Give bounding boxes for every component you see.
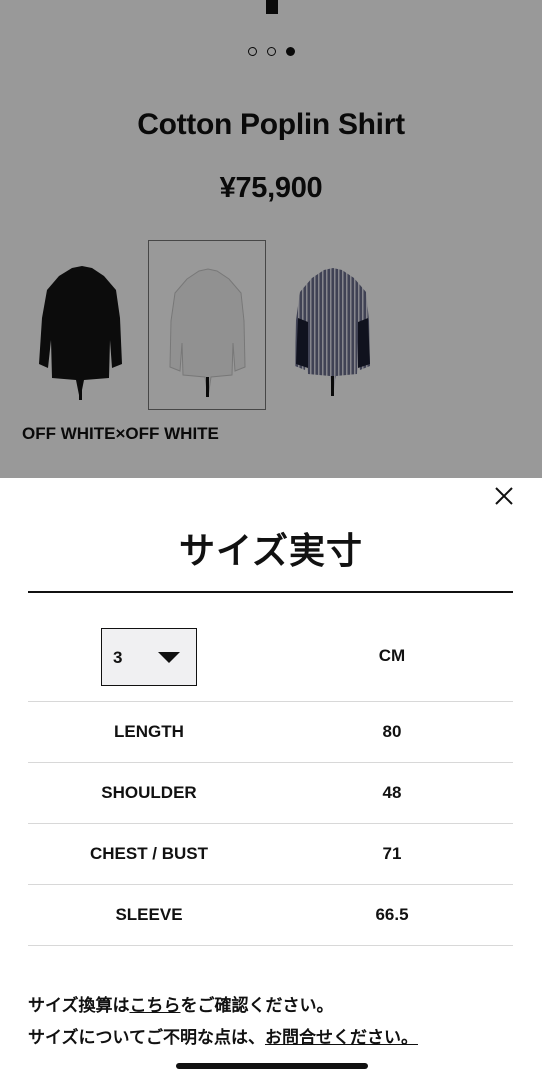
size-table: 3 CM LENGTH 80 SHOULDER 48 CHEST / BUST … bbox=[28, 608, 513, 946]
table-row: SHOULDER 48 bbox=[28, 763, 513, 824]
row-value: 48 bbox=[382, 783, 402, 802]
home-indicator[interactable] bbox=[176, 1063, 368, 1069]
row-label: SHOULDER bbox=[101, 783, 197, 802]
row-label: LENGTH bbox=[114, 722, 184, 741]
row-label: SLEEVE bbox=[115, 905, 183, 924]
note-size-conversion: サイズ換算はこちらをご確認ください。 bbox=[28, 996, 334, 1015]
sheet-title: サイズ実寸 bbox=[179, 530, 363, 571]
note-contact: サイズについてご不明な点は、お問合せください。 bbox=[28, 1028, 418, 1047]
row-value: 66.5 bbox=[375, 905, 409, 924]
size-notes: サイズ換算はこちらをご確認ください。 サイズについてご不明な点は、お問合せくださ… bbox=[28, 990, 418, 1054]
size-select[interactable]: 3 bbox=[101, 628, 197, 686]
row-value: 71 bbox=[382, 844, 402, 863]
size-chart-sheet: サイズ実寸 3 CM LENGTH 80 SHOULDER 48 CHEST /… bbox=[0, 478, 542, 1080]
contact-link[interactable]: お問合せください。 bbox=[265, 1028, 418, 1047]
table-row: SLEEVE 66.5 bbox=[28, 885, 513, 946]
size-conversion-link[interactable]: こちら bbox=[130, 996, 181, 1015]
row-value: 80 bbox=[382, 722, 402, 741]
chevron-down-icon bbox=[158, 652, 180, 663]
close-icon[interactable] bbox=[492, 484, 516, 508]
divider bbox=[28, 591, 513, 593]
row-label: CHEST / BUST bbox=[89, 844, 209, 863]
table-row: CHEST / BUST 71 bbox=[28, 824, 513, 885]
unit-label: CM bbox=[378, 646, 406, 665]
modal-backdrop[interactable] bbox=[0, 0, 542, 478]
table-row: LENGTH 80 bbox=[28, 702, 513, 763]
size-header-row: 3 CM bbox=[28, 608, 513, 702]
size-select-value: 3 bbox=[113, 648, 123, 667]
product-page: Cotton Poplin Shirt ¥75,900 OFF WHITE×OF… bbox=[0, 0, 542, 478]
